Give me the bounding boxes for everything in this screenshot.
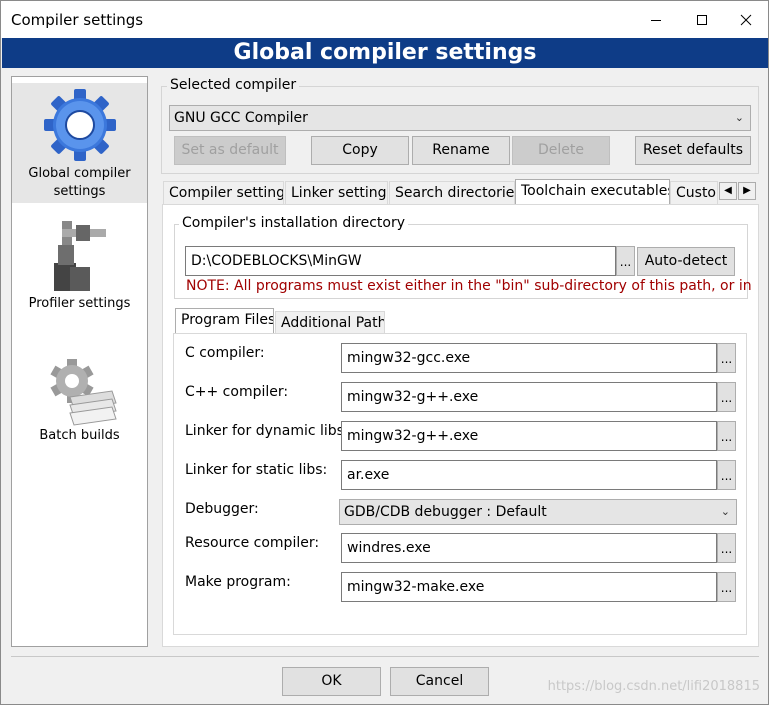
page-title-banner: Global compiler settings <box>2 38 768 68</box>
linker-dynamic-input[interactable]: mingw32-g++.exe <box>341 421 717 451</box>
auto-detect-button[interactable]: Auto-detect <box>637 247 735 276</box>
tab-scroll-left-icon[interactable]: ◀ <box>719 182 737 200</box>
install-dir-label: Compiler's installation directory <box>179 215 408 231</box>
settings-category-list: Global compiler settings Profiler settin… <box>11 76 148 647</box>
linker-static-input[interactable]: ar.exe <box>341 460 717 490</box>
gear-stack-icon <box>49 359 117 426</box>
reset-defaults-button[interactable]: Reset defaults <box>635 136 751 165</box>
linker-dynamic-label: Linker for dynamic libs: <box>185 423 349 439</box>
watermark-text: https://blog.csdn.net/lifi2018815 <box>547 679 760 694</box>
cpp-compiler-label: C++ compiler: <box>185 384 289 400</box>
sidebar-item-profiler[interactable]: Profiler settings <box>12 215 147 325</box>
make-program-input[interactable]: mingw32-make.exe <box>341 572 717 602</box>
sidebar-item-label: settings <box>53 184 106 199</box>
rename-button[interactable]: Rename <box>412 136 510 165</box>
cpp-compiler-browse-button[interactable]: ... <box>717 382 736 412</box>
selected-compiler-label: Selected compiler <box>167 77 300 93</box>
copy-button[interactable]: Copy <box>311 136 409 165</box>
footer-divider <box>11 656 759 657</box>
tab-search-directories[interactable]: Search directories <box>389 181 515 204</box>
compiler-settings-window: Compiler settings Global compiler settin… <box>0 0 769 705</box>
chevron-down-icon: ⌄ <box>720 505 730 518</box>
subtab-program-files[interactable]: Program Files <box>175 308 274 334</box>
debugger-select-value: GDB/CDB debugger : Default <box>344 504 547 520</box>
sidebar-item-label: Profiler settings <box>28 296 131 311</box>
sidebar-item-label: Global compiler <box>28 166 131 181</box>
resource-compiler-input[interactable]: windres.exe <box>341 533 717 563</box>
sidebar-item-global-compiler[interactable]: Global compiler settings <box>12 83 147 203</box>
subtab-additional-paths[interactable]: Additional Paths <box>275 311 385 334</box>
linker-dynamic-browse-button[interactable]: ... <box>717 421 736 451</box>
ok-button[interactable]: OK <box>282 667 381 696</box>
c-compiler-label: C compiler: <box>185 345 265 361</box>
linker-static-label: Linker for static libs: <box>185 462 328 478</box>
linker-static-browse-button[interactable]: ... <box>717 460 736 490</box>
cancel-button[interactable]: Cancel <box>390 667 489 696</box>
resource-compiler-browse-button[interactable]: ... <box>717 533 736 563</box>
debugger-label: Debugger: <box>185 501 259 517</box>
chevron-down-icon: ⌄ <box>734 111 744 124</box>
close-icon[interactable] <box>723 1 769 38</box>
make-program-label: Make program: <box>185 574 291 590</box>
set-as-default-button[interactable]: Set as default <box>174 136 286 165</box>
c-compiler-browse-button[interactable]: ... <box>717 343 736 373</box>
sidebar-item-label: Batch builds <box>39 428 120 443</box>
tab-linker-settings[interactable]: Linker settings <box>285 181 388 204</box>
install-dir-note: NOTE: All programs must exist either in … <box>186 278 752 294</box>
tab-compiler-settings[interactable]: Compiler settings <box>163 181 284 204</box>
install-dir-browse-button[interactable]: ... <box>616 246 635 276</box>
caliper-icon <box>53 221 106 291</box>
gear-icon <box>43 89 116 161</box>
make-program-browse-button[interactable]: ... <box>717 572 736 602</box>
tab-custom[interactable]: Custor <box>670 181 718 204</box>
tab-toolchain-executables[interactable]: Toolchain executables <box>515 179 670 205</box>
maximize-icon[interactable] <box>679 1 725 38</box>
minimize-icon[interactable] <box>633 1 679 38</box>
install-dir-input[interactable]: D:\CODEBLOCKS\MinGW <box>185 246 616 276</box>
sidebar-item-batch-builds[interactable]: Batch builds <box>12 357 147 457</box>
window-title: Compiler settings <box>11 11 144 29</box>
cpp-compiler-input[interactable]: mingw32-g++.exe <box>341 382 717 412</box>
tab-scroll-right-icon[interactable]: ▶ <box>738 182 756 200</box>
compiler-select-value: GNU GCC Compiler <box>174 110 308 126</box>
debugger-select[interactable]: GDB/CDB debugger : Default ⌄ <box>339 499 737 525</box>
compiler-select[interactable]: GNU GCC Compiler ⌄ <box>169 105 751 131</box>
c-compiler-input[interactable]: mingw32-gcc.exe <box>341 343 717 373</box>
title-bar: Compiler settings <box>1 1 768 38</box>
delete-button[interactable]: Delete <box>512 136 610 165</box>
resource-compiler-label: Resource compiler: <box>185 535 320 551</box>
